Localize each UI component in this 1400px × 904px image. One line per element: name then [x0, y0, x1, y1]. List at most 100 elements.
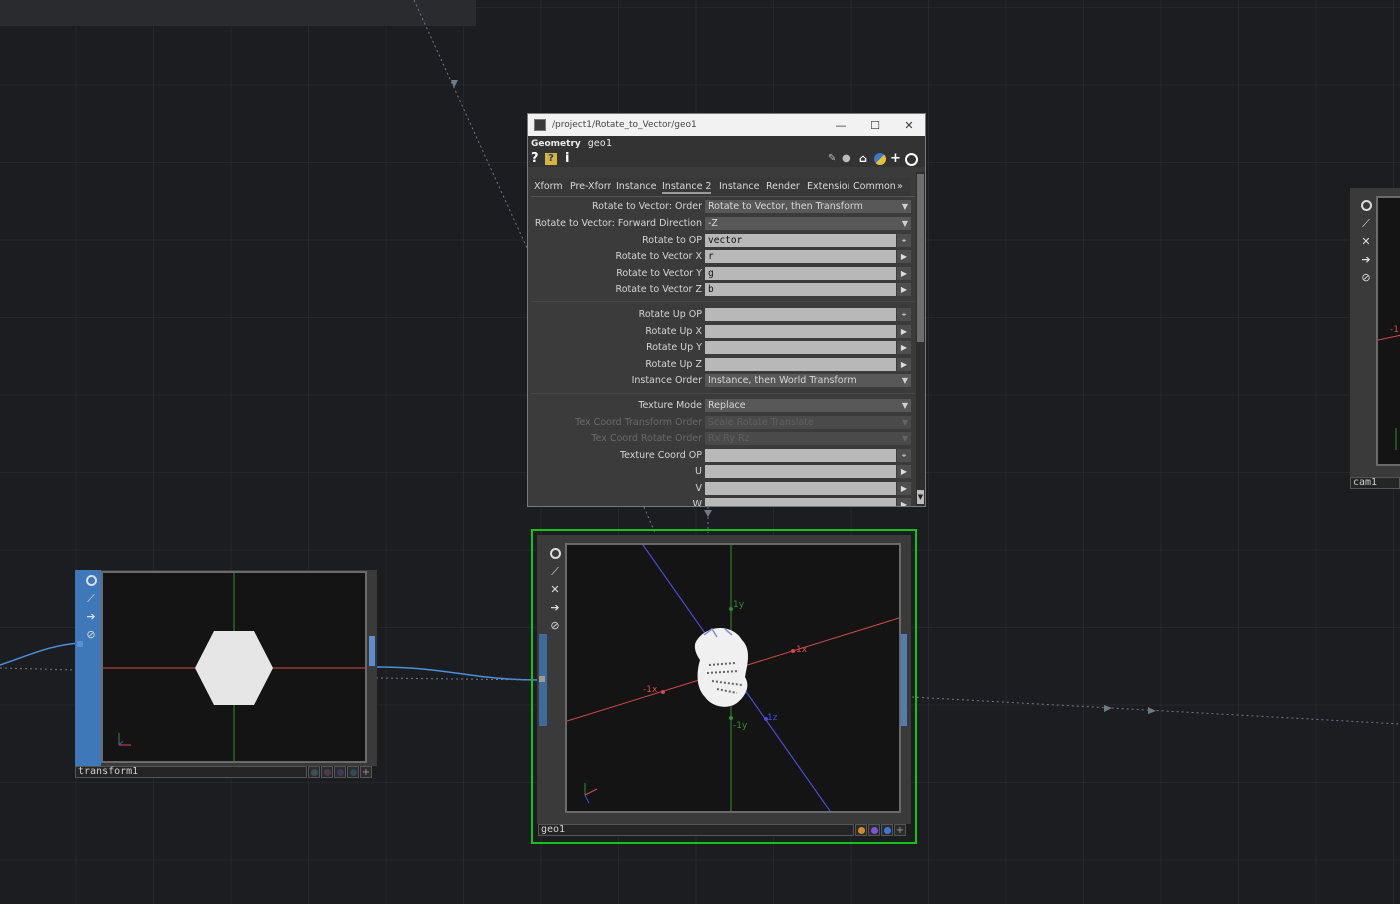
- flag-1[interactable]: [308, 766, 320, 778]
- rtv-order-menu[interactable]: Rotate to Vector, then Transform ▼: [705, 200, 911, 213]
- viewer-toggle-icon[interactable]: [1357, 196, 1375, 214]
- add-flag-icon[interactable]: +: [894, 824, 906, 836]
- rtv-op-field[interactable]: vector: [705, 234, 896, 247]
- flag-purple[interactable]: [868, 824, 880, 836]
- display-arrow-icon[interactable]: ➔: [1357, 250, 1375, 268]
- tab-render[interactable]: Render: [766, 181, 800, 192]
- scrollbar-thumb[interactable]: [917, 174, 924, 342]
- node-name-label[interactable]: cam1: [1350, 477, 1400, 489]
- expand-arrow-icon[interactable]: ▶: [897, 498, 911, 506]
- expand-arrow-icon[interactable]: ▶: [897, 267, 911, 280]
- node-cam1[interactable]: ⟋ ✕ ➔ ⊘ -1 cam1: [1350, 188, 1400, 490]
- node-viewer[interactable]: [101, 571, 367, 763]
- chevron-down-icon: ▼: [901, 434, 908, 443]
- close-x-icon[interactable]: ✕: [1357, 232, 1375, 250]
- target-icon[interactable]: [905, 153, 918, 166]
- rtv-z-field[interactable]: b: [705, 283, 896, 296]
- node-flags: +: [308, 766, 372, 778]
- tab-instance-3[interactable]: Instance: [719, 181, 759, 192]
- help-icon[interactable]: ?: [531, 152, 539, 166]
- param-label: Tex Coord Transform Order: [575, 417, 702, 428]
- bypass-icon[interactable]: ⟋: [1357, 214, 1375, 232]
- tab-common[interactable]: Common: [853, 181, 896, 192]
- instance-order-menu[interactable]: Instance, then World Transform ▼: [705, 374, 911, 387]
- node-name-label[interactable]: geo1: [538, 824, 854, 836]
- param-label: V: [695, 483, 703, 494]
- op-picker-icon[interactable]: ⌖: [897, 308, 911, 321]
- maximize-button[interactable]: ☐: [858, 114, 892, 136]
- texture-mode-menu[interactable]: Replace ▼: [705, 399, 911, 412]
- output-connector[interactable]: [369, 636, 375, 666]
- v-field[interactable]: [705, 482, 896, 495]
- close-button[interactable]: ✕: [892, 114, 925, 136]
- wire-arrow-right1: [1104, 705, 1112, 712]
- lock-icon[interactable]: ⊘: [1357, 268, 1375, 286]
- flag-4[interactable]: [347, 766, 359, 778]
- bypass-icon[interactable]: ⟋: [546, 562, 564, 580]
- minimize-button[interactable]: —: [824, 114, 858, 136]
- up-y-field[interactable]: [705, 341, 896, 354]
- menu-value: Scale Rotate Translate: [708, 417, 814, 428]
- rtv-forward-menu[interactable]: -Z ▼: [705, 217, 911, 230]
- info-icon[interactable]: i: [565, 152, 569, 166]
- display-arrow-icon[interactable]: ➔: [82, 607, 100, 625]
- up-z-field[interactable]: [705, 358, 896, 371]
- flag-blue[interactable]: [881, 824, 893, 836]
- param-row-tex-xform-order: Tex Coord Transform Order Scale Rotate T…: [528, 416, 914, 430]
- tab-extensions[interactable]: Extensions: [807, 181, 849, 192]
- input-connector[interactable]: [77, 641, 83, 647]
- tex-op-field[interactable]: [705, 449, 896, 462]
- menu-value: Replace: [708, 400, 746, 411]
- python-icon[interactable]: [874, 153, 886, 165]
- op-name-field[interactable]: geo1: [588, 138, 612, 149]
- comment-icon[interactable]: ●: [842, 152, 851, 166]
- rtv-x-field[interactable]: r: [705, 250, 896, 263]
- python-help-icon[interactable]: ?: [545, 153, 557, 165]
- scroll-down-icon[interactable]: ▼: [917, 490, 924, 504]
- param-scrollbar[interactable]: ▼: [916, 172, 925, 506]
- tab-instance-2[interactable]: Instance 2: [662, 181, 712, 194]
- op-picker-icon[interactable]: ⌖: [897, 449, 911, 462]
- expand-arrow-icon[interactable]: ▶: [897, 358, 911, 371]
- tab-instance[interactable]: Instance: [616, 181, 656, 192]
- param-label: Tex Coord Rotate Order: [591, 433, 702, 444]
- flag-orange[interactable]: [855, 824, 867, 836]
- node-geo1[interactable]: ⟋ ✕ ➔ ⊘ 1y -1y 1x -1x 1z geo1 +: [531, 529, 917, 844]
- node-viewer[interactable]: -1: [1376, 196, 1400, 466]
- viewer-toggle-icon[interactable]: [546, 544, 564, 562]
- lock-icon[interactable]: ⊘: [82, 625, 100, 643]
- up-op-field[interactable]: [705, 308, 896, 321]
- expand-arrow-icon[interactable]: ▶: [897, 341, 911, 354]
- expand-arrow-icon[interactable]: ▶: [897, 250, 911, 263]
- tab-pre-xform[interactable]: Pre-Xform: [570, 181, 611, 192]
- expand-arrow-icon[interactable]: ▶: [897, 325, 911, 338]
- output-connector[interactable]: [901, 634, 907, 726]
- node-transform1[interactable]: ⟋ ➔ ⊘ transform1 +: [75, 570, 377, 778]
- w-field[interactable]: [705, 498, 896, 506]
- tab-xform[interactable]: Xform: [534, 181, 563, 192]
- tabs-more-icon[interactable]: »: [897, 181, 903, 192]
- add-flag-icon[interactable]: +: [360, 766, 372, 778]
- lock-icon[interactable]: ⊘: [546, 616, 564, 634]
- bypass-icon[interactable]: ⟋: [82, 589, 100, 607]
- edit-pencil-icon[interactable]: ✎: [828, 152, 836, 166]
- expand-arrow-icon[interactable]: ▶: [897, 283, 911, 296]
- node-name-label[interactable]: transform1: [75, 766, 307, 778]
- window-titlebar[interactable]: /project1/Rotate_to_Vector/geo1 — ☐ ✕: [528, 114, 925, 136]
- expand-arrow-icon[interactable]: ▶: [897, 465, 911, 478]
- display-arrow-icon[interactable]: ➔: [546, 598, 564, 616]
- u-field[interactable]: [705, 465, 896, 478]
- up-x-field[interactable]: [705, 325, 896, 338]
- clone-icon[interactable]: ⌂: [859, 152, 867, 166]
- add-icon[interactable]: +: [890, 152, 901, 166]
- node-viewer[interactable]: 1y -1y 1x -1x 1z: [565, 543, 901, 813]
- expand-arrow-icon[interactable]: ▶: [897, 482, 911, 495]
- flag-2[interactable]: [321, 766, 333, 778]
- input-connector[interactable]: [539, 676, 545, 682]
- rtv-y-field[interactable]: g: [705, 267, 896, 280]
- flag-3[interactable]: [334, 766, 346, 778]
- parameter-window[interactable]: /project1/Rotate_to_Vector/geo1 — ☐ ✕ Ge…: [527, 113, 926, 507]
- close-x-icon[interactable]: ✕: [546, 580, 564, 598]
- viewer-toggle-icon[interactable]: [82, 571, 100, 589]
- op-picker-icon[interactable]: ⌖: [897, 234, 911, 247]
